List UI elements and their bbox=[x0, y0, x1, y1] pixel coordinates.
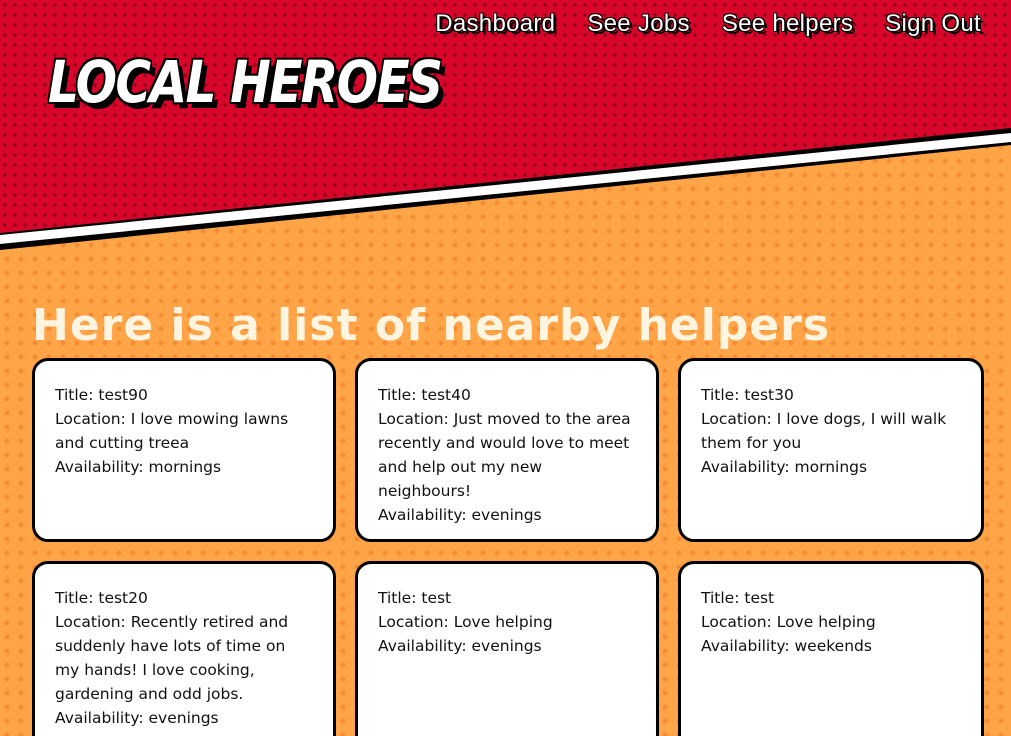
nav-sign-out[interactable]: Sign Out bbox=[885, 10, 981, 38]
helper-title: Title: test20 bbox=[55, 589, 148, 607]
helper-availability: Availability: evenings bbox=[55, 709, 219, 727]
helper-location: Location: Love helping bbox=[701, 613, 876, 631]
helper-availability: Availability: evenings bbox=[378, 506, 542, 524]
helper-card-grid: Title: test90 Location: I love mowing la… bbox=[32, 358, 984, 736]
nav-dashboard[interactable]: Dashboard bbox=[435, 10, 555, 38]
nav-see-helpers[interactable]: See helpers bbox=[722, 10, 853, 38]
helper-title: Title: test90 bbox=[55, 386, 148, 404]
helper-card[interactable]: Title: test Location: Love helping Avail… bbox=[355, 561, 659, 736]
nav-see-jobs[interactable]: See Jobs bbox=[587, 10, 689, 38]
helper-card[interactable]: Title: test40 Location: Just moved to th… bbox=[355, 358, 659, 542]
helper-title: Title: test30 bbox=[701, 386, 794, 404]
helper-title: Title: test bbox=[701, 589, 775, 607]
helper-location: Location: Recently retired and suddenly … bbox=[55, 613, 289, 703]
helper-title: Title: test40 bbox=[378, 386, 471, 404]
helper-card[interactable]: Title: test20 Location: Recently retired… bbox=[32, 561, 336, 736]
helper-location: Location: I love dogs, I will walk them … bbox=[701, 410, 947, 452]
helper-card[interactable]: Title: test90 Location: I love mowing la… bbox=[32, 358, 336, 542]
site-logo[interactable]: LOCAL HEROES bbox=[48, 48, 443, 116]
helper-title: Title: test bbox=[378, 589, 452, 607]
helper-card[interactable]: Title: test30 Location: I love dogs, I w… bbox=[678, 358, 984, 542]
helper-card[interactable]: Title: test Location: Love helping Avail… bbox=[678, 561, 984, 736]
helper-location: Location: Just moved to the area recentl… bbox=[378, 410, 631, 500]
page-title: Here is a list of nearby helpers bbox=[32, 300, 831, 351]
helper-availability: Availability: mornings bbox=[701, 458, 868, 476]
helper-location: Location: Love helping bbox=[378, 613, 553, 631]
helper-location: Location: I love mowing lawns and cuttin… bbox=[55, 410, 289, 452]
main-nav: Dashboard See Jobs See helpers Sign Out bbox=[435, 10, 981, 38]
helper-availability: Availability: evenings bbox=[378, 637, 542, 655]
helper-availability: Availability: weekends bbox=[701, 637, 872, 655]
helper-availability: Availability: mornings bbox=[55, 458, 222, 476]
